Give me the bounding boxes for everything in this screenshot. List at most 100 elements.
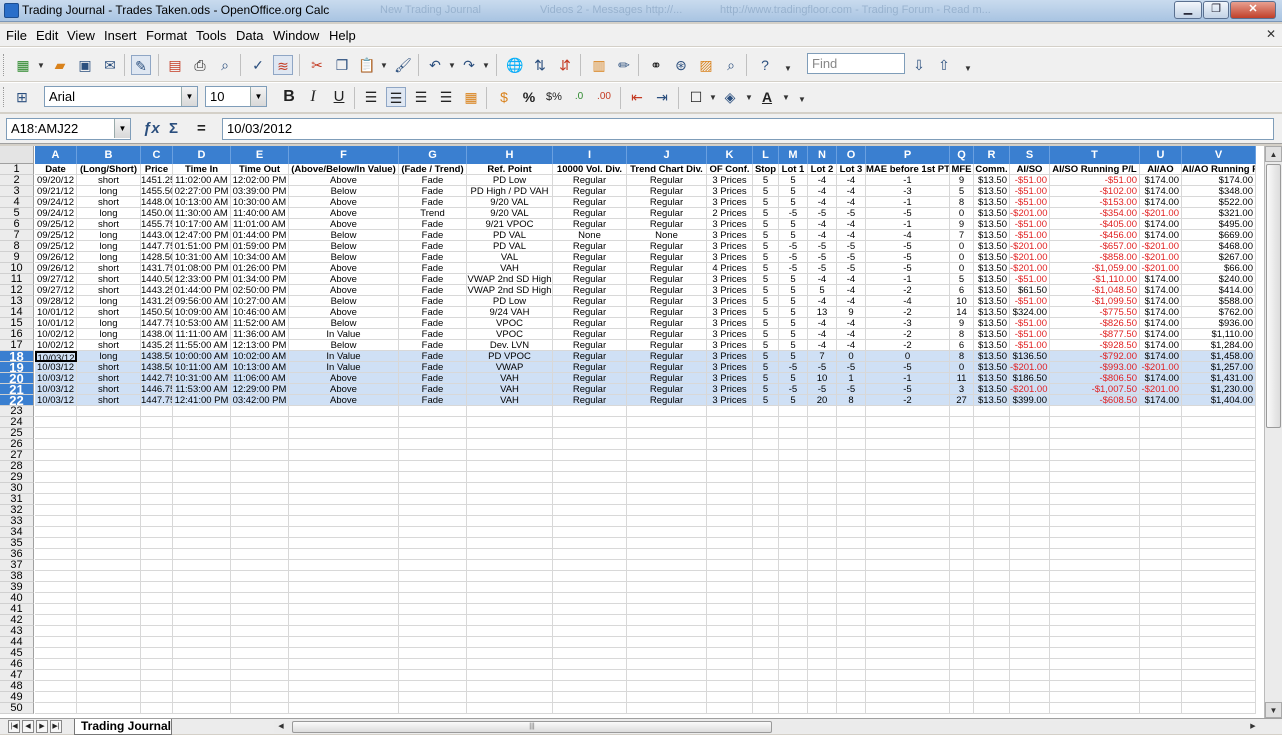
find-previous-icon[interactable]: ⇧ xyxy=(934,55,954,75)
cell-c13[interactable]: 1431.25 xyxy=(141,296,173,307)
cell-h24[interactable] xyxy=(467,417,553,428)
cell-c48[interactable] xyxy=(141,681,173,692)
cell-v23[interactable] xyxy=(1182,406,1256,417)
cell-d46[interactable] xyxy=(173,659,231,670)
cell-k29[interactable] xyxy=(707,472,753,483)
cell-i2[interactable]: Regular xyxy=(553,175,627,186)
cell-n7[interactable]: -4 xyxy=(808,230,837,241)
cell-i1[interactable]: 10000 Vol. Div. xyxy=(553,164,627,175)
cell-a30[interactable] xyxy=(35,483,77,494)
cell-i42[interactable] xyxy=(553,615,627,626)
column-header-b[interactable]: B xyxy=(77,146,141,164)
cut-icon[interactable]: ✂ xyxy=(307,55,327,75)
column-header-u[interactable]: U xyxy=(1140,146,1182,164)
cell-i9[interactable]: Regular xyxy=(553,252,627,263)
cell-p12[interactable]: -2 xyxy=(866,285,950,296)
cell-q43[interactable] xyxy=(950,626,974,637)
cell-k31[interactable] xyxy=(707,494,753,505)
cell-c2[interactable]: 1451.25 xyxy=(141,175,173,186)
cell-g50[interactable] xyxy=(399,703,467,714)
cell-f37[interactable] xyxy=(289,560,399,571)
cell-l47[interactable] xyxy=(753,670,779,681)
cell-r19[interactable]: $13.50 xyxy=(974,362,1010,373)
cell-f13[interactable]: Below xyxy=(289,296,399,307)
cell-g34[interactable] xyxy=(399,527,467,538)
cell-v15[interactable]: $936.00 xyxy=(1182,318,1256,329)
cell-m24[interactable] xyxy=(779,417,808,428)
cell-m36[interactable] xyxy=(779,549,808,560)
cell-s16[interactable]: -$51.00 xyxy=(1010,329,1050,340)
cell-v5[interactable]: $321.00 xyxy=(1182,208,1256,219)
cell-g5[interactable]: Trend xyxy=(399,208,467,219)
cell-q2[interactable]: 9 xyxy=(950,175,974,186)
cell-l29[interactable] xyxy=(753,472,779,483)
cell-u31[interactable] xyxy=(1140,494,1182,505)
toolbar-options-icon[interactable]: ▼ xyxy=(964,64,972,73)
cell-k22[interactable]: 3 Prices xyxy=(707,395,753,406)
scroll-down-icon[interactable]: ▼ xyxy=(1265,702,1282,718)
cell-v42[interactable] xyxy=(1182,615,1256,626)
cell-g6[interactable]: Fade xyxy=(399,219,467,230)
cell-c31[interactable] xyxy=(141,494,173,505)
cell-n31[interactable] xyxy=(808,494,837,505)
cell-u24[interactable] xyxy=(1140,417,1182,428)
cell-c10[interactable]: 1431.75 xyxy=(141,263,173,274)
cell-n28[interactable] xyxy=(808,461,837,472)
cell-j43[interactable] xyxy=(627,626,707,637)
redo-icon[interactable]: ↷ xyxy=(459,55,479,75)
cell-e7[interactable]: 01:44:00 PM xyxy=(231,230,289,241)
scroll-right-icon[interactable]: ▶ xyxy=(1246,721,1260,733)
cell-j4[interactable]: Regular xyxy=(627,197,707,208)
cell-t41[interactable] xyxy=(1050,604,1140,615)
cell-f4[interactable]: Above xyxy=(289,197,399,208)
cell-v11[interactable]: $240.00 xyxy=(1182,274,1256,285)
cell-u41[interactable] xyxy=(1140,604,1182,615)
cell-k1[interactable]: OF Conf. xyxy=(707,164,753,175)
cell-n24[interactable] xyxy=(808,417,837,428)
cell-q50[interactable] xyxy=(950,703,974,714)
cell-g43[interactable] xyxy=(399,626,467,637)
cell-c40[interactable] xyxy=(141,593,173,604)
cell-j44[interactable] xyxy=(627,637,707,648)
cell-j22[interactable]: Regular xyxy=(627,395,707,406)
cell-q27[interactable] xyxy=(950,450,974,461)
cell-h6[interactable]: 9/21 VPOC xyxy=(467,219,553,230)
cell-a16[interactable]: 10/02/12 xyxy=(35,329,77,340)
cell-j31[interactable] xyxy=(627,494,707,505)
cell-k4[interactable]: 3 Prices xyxy=(707,197,753,208)
cell-j16[interactable]: Regular xyxy=(627,329,707,340)
column-header-j[interactable]: J xyxy=(627,146,707,164)
cell-c26[interactable] xyxy=(141,439,173,450)
cell-k3[interactable]: 3 Prices xyxy=(707,186,753,197)
cell-c5[interactable]: 1450.00 xyxy=(141,208,173,219)
cell-m38[interactable] xyxy=(779,571,808,582)
cell-q1[interactable]: MFE xyxy=(950,164,974,175)
cell-n26[interactable] xyxy=(808,439,837,450)
cell-k48[interactable] xyxy=(707,681,753,692)
cell-h37[interactable] xyxy=(467,560,553,571)
vertical-scroll-thumb[interactable] xyxy=(1266,164,1281,428)
cell-v14[interactable]: $762.00 xyxy=(1182,307,1256,318)
cell-a23[interactable] xyxy=(35,406,77,417)
cell-d28[interactable] xyxy=(173,461,231,472)
column-header-d[interactable]: D xyxy=(173,146,231,164)
cell-g21[interactable]: Fade xyxy=(399,384,467,395)
cell-u47[interactable] xyxy=(1140,670,1182,681)
cell-c41[interactable] xyxy=(141,604,173,615)
cell-v36[interactable] xyxy=(1182,549,1256,560)
cell-g27[interactable] xyxy=(399,450,467,461)
maximize-button[interactable]: ❐ xyxy=(1203,1,1229,19)
cell-i34[interactable] xyxy=(553,527,627,538)
cell-j10[interactable]: Regular xyxy=(627,263,707,274)
cell-q6[interactable]: 9 xyxy=(950,219,974,230)
cell-h30[interactable] xyxy=(467,483,553,494)
cell-b6[interactable]: short xyxy=(77,219,141,230)
cell-t42[interactable] xyxy=(1050,615,1140,626)
cell-u10[interactable]: -$201.00 xyxy=(1140,263,1182,274)
cell-j34[interactable] xyxy=(627,527,707,538)
cell-s43[interactable] xyxy=(1010,626,1050,637)
cell-j46[interactable] xyxy=(627,659,707,670)
cell-l48[interactable] xyxy=(753,681,779,692)
cell-k8[interactable]: 3 Prices xyxy=(707,241,753,252)
cell-p1[interactable]: MAE before 1st PT xyxy=(866,164,950,175)
